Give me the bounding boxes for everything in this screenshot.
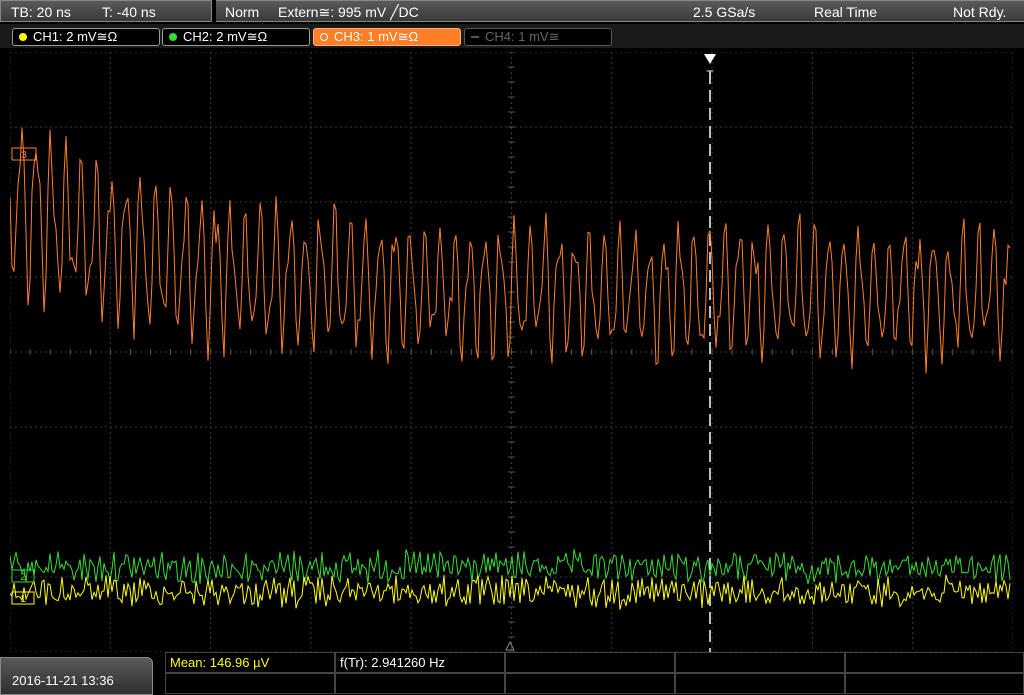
measurement-empty-cell <box>845 673 1024 694</box>
measurement-empty-cell <box>845 652 1024 673</box>
ch1-color-dot-icon <box>19 33 27 41</box>
channel-bar: CH1: 2 mV≅Ω CH2: 2 mV≅Ω CH3: 1 mV≅Ω CH4:… <box>0 24 1024 48</box>
run-state-label: Not Rdy. <box>953 4 1007 20</box>
channel-tab-ch4[interactable]: CH4: 1 mV≅ <box>464 28 612 46</box>
top-status-bar: TB: 20 ns T: -40 ns Norm Extern≅: 995 mV… <box>0 0 1024 24</box>
measurement-empty-cell <box>335 673 505 694</box>
ch3-color-dot-icon <box>320 33 328 41</box>
trigger-marker-label: T <box>706 68 714 82</box>
measurement-mean-cell[interactable]: Mean: 146.96 µV <box>165 652 335 673</box>
trigger-offset-label: T: -40 ns <box>102 4 156 20</box>
datetime-box: 2016-11-21 13:36 <box>0 657 153 695</box>
datetime-label: 2016-11-21 13:36 <box>12 673 114 688</box>
waveform-display[interactable]: T 3 2 1 <box>10 52 1013 652</box>
trigger-arrow-icon[interactable]: T <box>704 54 716 82</box>
ch1-waveform <box>10 574 1011 610</box>
measurement-freq-cell[interactable]: f(Tr): 2.941260 Hz <box>335 652 505 673</box>
measurement-empty-cell <box>675 652 845 673</box>
channel-tab-ch2[interactable]: CH2: 2 mV≅Ω <box>162 28 310 46</box>
measurement-mean: Mean: 146.96 µV <box>170 655 270 670</box>
measurement-frequency: f(Tr): 2.941260 Hz <box>340 655 446 670</box>
measurement-empty-cell <box>675 673 845 694</box>
ch4-off-indicator-icon <box>471 36 479 38</box>
ch3-marker-label: 3 <box>21 150 27 161</box>
trigger-source-label: Extern≅: 995 mV ╱DC <box>278 4 419 20</box>
timebase-label: TB: 20 ns <box>11 4 71 20</box>
sample-rate-label: 2.5 GSa/s <box>693 4 756 20</box>
measurement-empty-cell <box>505 673 675 694</box>
ch1-marker-label: 1 <box>20 594 26 605</box>
ch2-waveform <box>10 549 1011 585</box>
horizontal-position-marker-icon <box>505 640 515 651</box>
ch2-color-dot-icon <box>169 33 177 41</box>
ch3-waveform <box>10 127 1011 374</box>
measurement-panel: Mean: 146.96 µV f(Tr): 2.941260 Hz <box>165 652 1024 695</box>
acquisition-mode-label: Real Time <box>814 4 878 20</box>
acquisition-status-strip[interactable]: Norm Extern≅: 995 mV ╱DC 2.5 GSa/s Real … <box>216 0 1024 22</box>
channel-tab-ch1-label: CH1: 2 mV≅Ω <box>33 29 118 44</box>
ch3-level-marker[interactable]: 3 <box>11 147 37 161</box>
measurement-empty-cell <box>505 652 675 673</box>
timebase-box[interactable]: TB: 20 ns T: -40 ns <box>0 0 212 22</box>
channel-tab-ch4-label: CH4: 1 mV≅ <box>485 29 560 44</box>
channel-tab-ch2-label: CH2: 2 mV≅Ω <box>183 29 268 44</box>
measurement-empty-cell <box>165 673 335 694</box>
trigger-mode-label: Norm <box>225 4 260 20</box>
channel-tab-ch3-label: CH3: 1 mV≅Ω <box>334 29 419 44</box>
ch2-marker-label: 2 <box>20 572 26 583</box>
channel-tab-ch3[interactable]: CH3: 1 mV≅Ω <box>313 28 461 46</box>
channel-tab-ch1[interactable]: CH1: 2 mV≅Ω <box>12 28 160 46</box>
